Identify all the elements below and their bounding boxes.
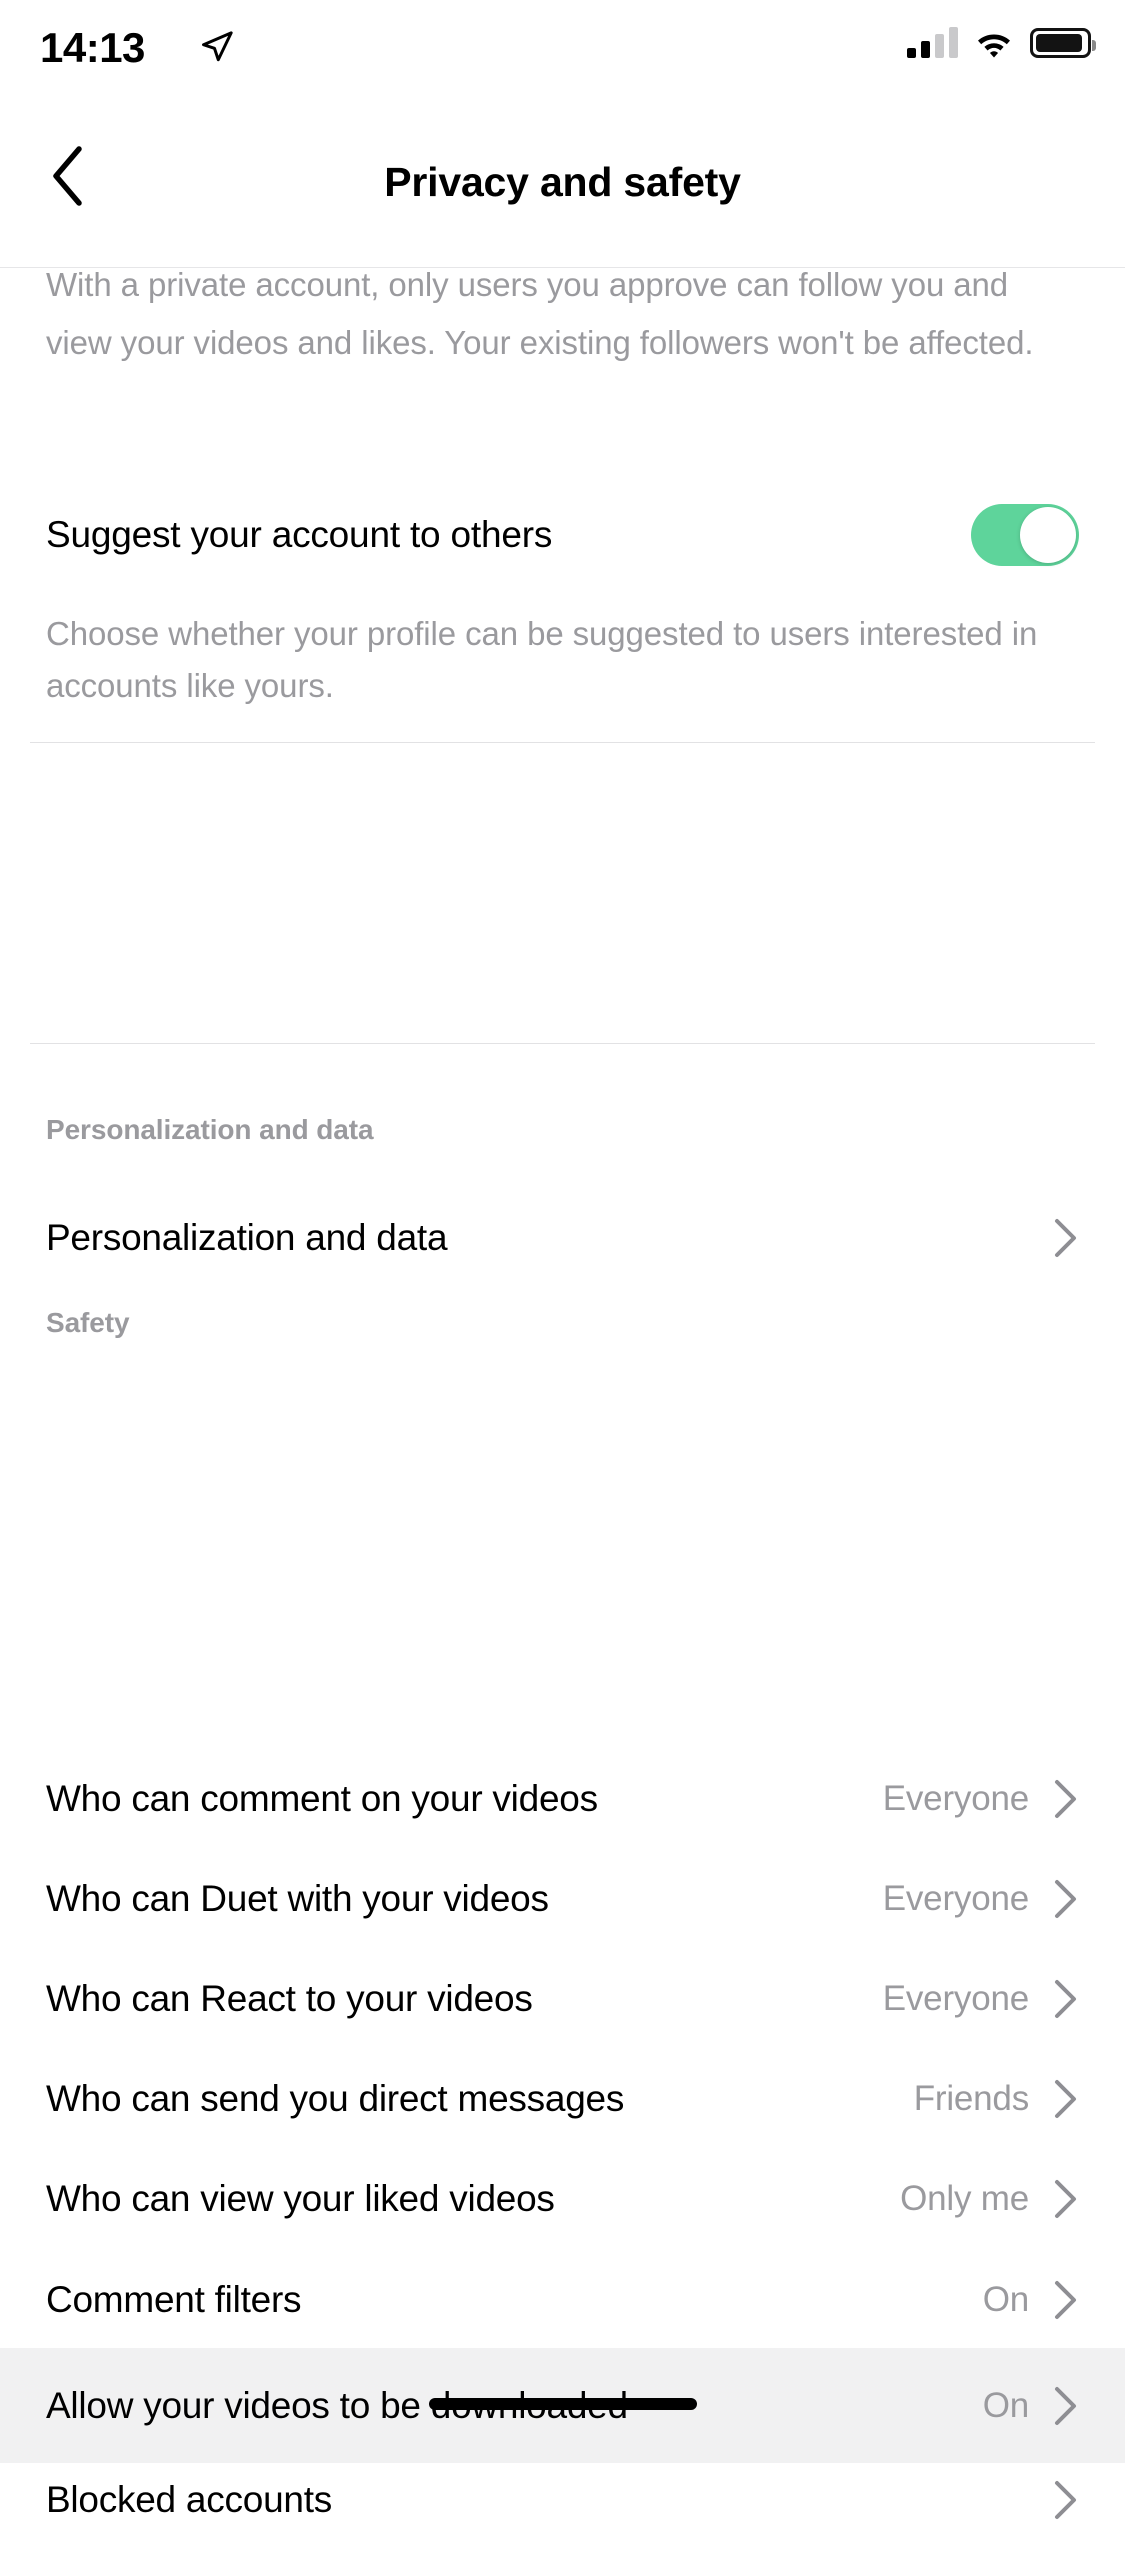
chevron-right-icon (1055, 1780, 1076, 1818)
row-value: Only me (900, 2179, 1029, 2218)
section-divider-1 (30, 742, 1095, 743)
wifi-icon (978, 34, 1010, 58)
row-label: Personalization and data (46, 1217, 448, 1258)
suggest-account-toggle[interactable] (971, 504, 1079, 566)
chevron-right-icon (1055, 2386, 1076, 2425)
row-label: Who can Duet with your videos (46, 1878, 549, 1919)
row-value: Everyone (882, 1879, 1029, 1918)
chevron-right-icon (1055, 2180, 1076, 2218)
settings-content: With a private account, only users you a… (0, 266, 1125, 2520)
row-personalization-and-data[interactable]: Personalization and data (0, 1188, 1125, 1288)
row-who-can-react[interactable]: Who can React to your videos Everyone (0, 1949, 1125, 2049)
chevron-left-icon (53, 146, 82, 206)
section-header-safety: Safety (46, 1307, 130, 1338)
row-who-can-duet[interactable]: Who can Duet with your videos Everyone (0, 1849, 1125, 1949)
chevron-right-icon (1055, 1880, 1076, 1918)
row-comment-filters[interactable]: Comment filters On (0, 2250, 1125, 2350)
row-value: Everyone (882, 1979, 1029, 2018)
chevron-right-icon (1055, 1980, 1076, 2018)
private-account-description: With a private account, only users you a… (46, 266, 1034, 361)
row-label: Who can view your liked videos (46, 2178, 555, 2219)
battery-icon (1030, 28, 1096, 58)
row-label: Who can React to your videos (46, 1978, 533, 2019)
row-label: Who can comment on your videos (46, 1778, 598, 1819)
section-divider-2 (30, 1043, 1095, 1044)
row-who-can-send-dm[interactable]: Who can send you direct messages Friends (0, 2049, 1125, 2149)
suggest-account-row[interactable]: Suggest your account to others (46, 502, 1079, 568)
row-value: On (982, 2385, 1029, 2425)
chevron-right-icon (1055, 2281, 1076, 2319)
chevron-right-icon (1055, 2080, 1076, 2118)
status-bar-indicators (907, 27, 1096, 58)
location-arrow-icon (202, 31, 233, 62)
cellular-signal-icon (907, 27, 958, 58)
row-who-can-comment[interactable]: Who can comment on your videos Everyone (0, 1749, 1125, 1849)
row-value: On (982, 2280, 1029, 2319)
suggest-account-label: Suggest your account to others (46, 514, 553, 555)
row-label: Comment filters (46, 2279, 302, 2320)
chevron-right-icon (1055, 1219, 1076, 1257)
row-label: Who can send you direct messages (46, 2078, 625, 2119)
toggle-knob (1020, 507, 1076, 563)
row-blocked-accounts[interactable]: Blocked accounts (0, 2450, 1125, 2550)
chevron-right-icon (1055, 2481, 1076, 2519)
row-who-can-view-liked[interactable]: Who can view your liked videos Only me (0, 2149, 1125, 2249)
suggest-account-description: Choose whether your profile can be sugge… (46, 615, 1038, 704)
status-bar-time: 14:13 (40, 24, 145, 71)
row-label: Blocked accounts (46, 2479, 333, 2520)
back-button[interactable] (30, 138, 106, 214)
row-value: Friends (913, 2079, 1030, 2118)
home-indicator[interactable] (428, 2398, 697, 2410)
page-title: Privacy and safety (384, 158, 741, 205)
section-header-personalization: Personalization and data (46, 1114, 374, 1145)
nav-header: Privacy and safety (0, 96, 1125, 268)
status-bar: 14:13 (0, 0, 1125, 96)
row-value: Everyone (882, 1779, 1029, 1818)
